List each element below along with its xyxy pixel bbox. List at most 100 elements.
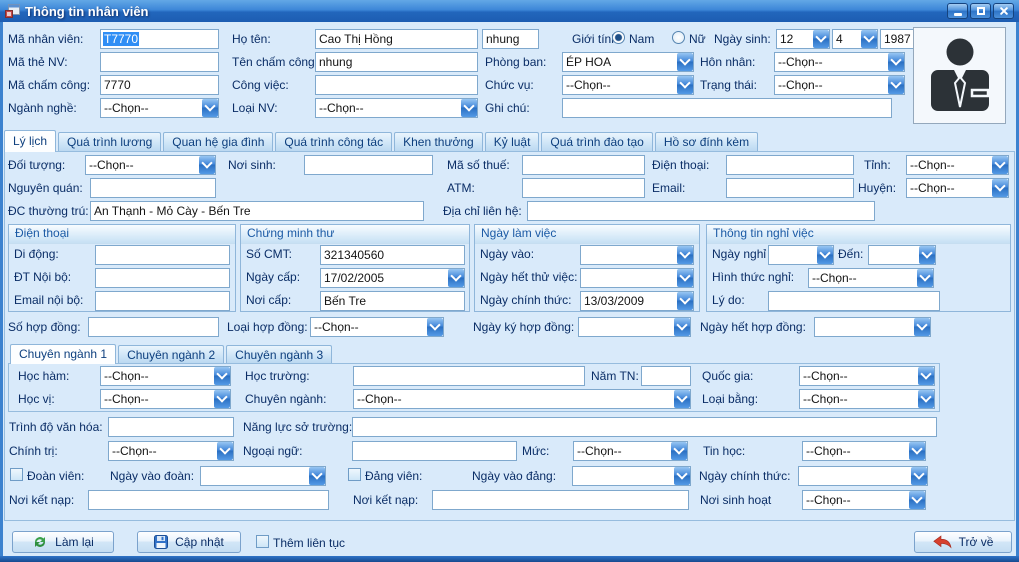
tab-ky-luat[interactable]: Kỷ luật: [485, 132, 540, 152]
lam-lai-button[interactable]: Làm lại: [12, 531, 114, 553]
tab-ho-so-dinh-kem[interactable]: Hồ sơ đính kèm: [655, 132, 758, 152]
chevron-down-icon[interactable]: [677, 53, 693, 71]
ngay-het-hop-dong-dropdown[interactable]: [814, 317, 931, 337]
chevron-down-icon[interactable]: [918, 390, 934, 408]
chevron-down-icon[interactable]: [674, 390, 690, 408]
chevron-down-icon[interactable]: [461, 99, 477, 117]
so-cmt-input[interactable]: [320, 245, 465, 265]
chevron-down-icon[interactable]: [674, 467, 690, 485]
chevron-down-icon[interactable]: [671, 442, 687, 460]
chevron-down-icon[interactable]: [677, 76, 693, 94]
di-dong-input[interactable]: [95, 245, 230, 265]
tab-quan-he-gia-dinh[interactable]: Quan hệ gia đình: [163, 132, 273, 152]
chevron-down-icon[interactable]: [911, 467, 927, 485]
loai-nv-dropdown[interactable]: --Chọn--: [315, 98, 478, 118]
chevron-down-icon[interactable]: [677, 292, 693, 310]
chevron-down-icon[interactable]: [427, 318, 443, 336]
chevron-down-icon[interactable]: [309, 467, 325, 485]
chevron-down-icon[interactable]: [214, 390, 230, 408]
hon-nhan-dropdown[interactable]: --Chọn--: [774, 52, 905, 72]
dang-vien-checkbox[interactable]: [348, 468, 361, 481]
dt-noi-bo-input[interactable]: [95, 268, 230, 288]
chevron-down-icon[interactable]: [199, 156, 215, 174]
tab-qua-trinh-cong-tac[interactable]: Quá trình công tác: [275, 132, 392, 152]
chuyen-nganh-dropdown[interactable]: --Chọn--: [353, 389, 691, 409]
ma-cham-cong-input[interactable]: [100, 75, 219, 95]
ghi-chu-input[interactable]: [562, 98, 892, 118]
trinh-do-van-hoa-input[interactable]: [108, 417, 234, 437]
noi-cap-input[interactable]: [320, 291, 465, 311]
ngoai-ngu-input[interactable]: [352, 441, 517, 461]
ngay-het-thu-viec-dropdown[interactable]: [580, 268, 694, 288]
chevron-down-icon[interactable]: [917, 269, 933, 287]
chevron-down-icon[interactable]: [202, 99, 218, 117]
noi-sinh-hoat-dropdown[interactable]: --Chọn--: [802, 490, 926, 510]
ho-ten-input[interactable]: [315, 29, 478, 49]
email-noi-bo-input[interactable]: [95, 291, 230, 311]
tab-ly-lich[interactable]: Lý lịch: [4, 130, 56, 152]
gioi-tinh-nu-radio[interactable]: [672, 31, 685, 44]
chevron-down-icon[interactable]: [448, 269, 464, 287]
minimize-button[interactable]: [947, 3, 968, 19]
close-button[interactable]: [993, 3, 1014, 19]
nam-tn-input[interactable]: [641, 366, 691, 386]
ten-cham-cong-input[interactable]: [315, 52, 478, 72]
tab-qua-trinh-dao-tao[interactable]: Quá trình đào tạo: [541, 132, 652, 152]
cap-nhat-button[interactable]: Cập nhật: [137, 531, 241, 553]
noi-ket-nap-dang-input[interactable]: [432, 490, 689, 510]
ngay-ky-hop-dong-dropdown[interactable]: [578, 317, 691, 337]
cong-viec-input[interactable]: [315, 75, 478, 95]
noi-sinh-input[interactable]: [304, 155, 433, 175]
atm-input[interactable]: [522, 178, 645, 198]
so-hop-dong-input[interactable]: [88, 317, 219, 337]
chevron-down-icon[interactable]: [677, 269, 693, 287]
tab-chuyen-nganh-3[interactable]: Chuyên ngành 3: [226, 345, 332, 364]
tinh-dropdown[interactable]: --Chọn--: [906, 155, 1009, 175]
nang-luc-so-truong-input[interactable]: [352, 417, 937, 437]
chevron-down-icon[interactable]: [888, 53, 904, 71]
trang-thai-dropdown[interactable]: --Chọn--: [774, 75, 905, 95]
nguyen-quan-input[interactable]: [90, 178, 216, 198]
ma-the-nv-input[interactable]: [100, 52, 219, 72]
ngay-cap-dropdown[interactable]: 17/02/2005: [320, 268, 465, 288]
nganh-nghe-dropdown[interactable]: --Chọn--: [100, 98, 219, 118]
dc-thuong-tru-input[interactable]: [90, 201, 424, 221]
dia-chi-lien-he-input[interactable]: [527, 201, 875, 221]
gioi-tinh-nam-radio[interactable]: [612, 31, 625, 44]
chevron-down-icon[interactable]: [677, 246, 693, 264]
maximize-button[interactable]: [970, 3, 991, 19]
ngay-vao-dropdown[interactable]: [580, 245, 694, 265]
chevron-down-icon[interactable]: [214, 367, 230, 385]
ten-thuong-goi-input[interactable]: [482, 29, 539, 49]
phong-ban-dropdown[interactable]: ÉP HOA: [562, 52, 694, 72]
chevron-down-icon[interactable]: [992, 179, 1008, 197]
dien-thoai-input[interactable]: [726, 155, 854, 175]
huyen-dropdown[interactable]: --Chọn--: [906, 178, 1009, 198]
doi-tuong-dropdown[interactable]: --Chọn--: [85, 155, 216, 175]
tin-hoc-dropdown[interactable]: --Chọn--: [802, 441, 926, 461]
chevron-down-icon[interactable]: [918, 367, 934, 385]
chevron-down-icon[interactable]: [674, 318, 690, 336]
ngay-vao-doan-dropdown[interactable]: [200, 466, 326, 486]
chevron-down-icon[interactable]: [909, 491, 925, 509]
ma-nhan-vien-input[interactable]: T7770: [100, 29, 219, 49]
muc-dropdown[interactable]: --Chọn--: [573, 441, 688, 461]
tro-ve-button[interactable]: Trở về: [914, 531, 1012, 553]
loai-hop-dong-dropdown[interactable]: --Chọn--: [310, 317, 444, 337]
ma-so-thue-input[interactable]: [522, 155, 645, 175]
chevron-down-icon[interactable]: [909, 442, 925, 460]
ngay-sinh-day-dropdown[interactable]: 12: [776, 29, 830, 49]
chevron-down-icon[interactable]: [919, 246, 935, 264]
hoc-truong-input[interactable]: [353, 366, 585, 386]
tab-chuyen-nganh-1[interactable]: Chuyên ngành 1: [10, 344, 116, 364]
hoc-vi-dropdown[interactable]: --Chọn--: [100, 389, 231, 409]
chevron-down-icon[interactable]: [217, 442, 233, 460]
chevron-down-icon[interactable]: [813, 30, 829, 48]
chevron-down-icon[interactable]: [914, 318, 930, 336]
chinh-tri-dropdown[interactable]: --Chọn--: [108, 441, 234, 461]
den-dropdown[interactable]: [868, 245, 936, 265]
noi-ket-nap-doan-input[interactable]: [88, 490, 329, 510]
chevron-down-icon[interactable]: [992, 156, 1008, 174]
quoc-gia-dropdown[interactable]: --Chọn--: [799, 366, 935, 386]
email-input[interactable]: [726, 178, 854, 198]
